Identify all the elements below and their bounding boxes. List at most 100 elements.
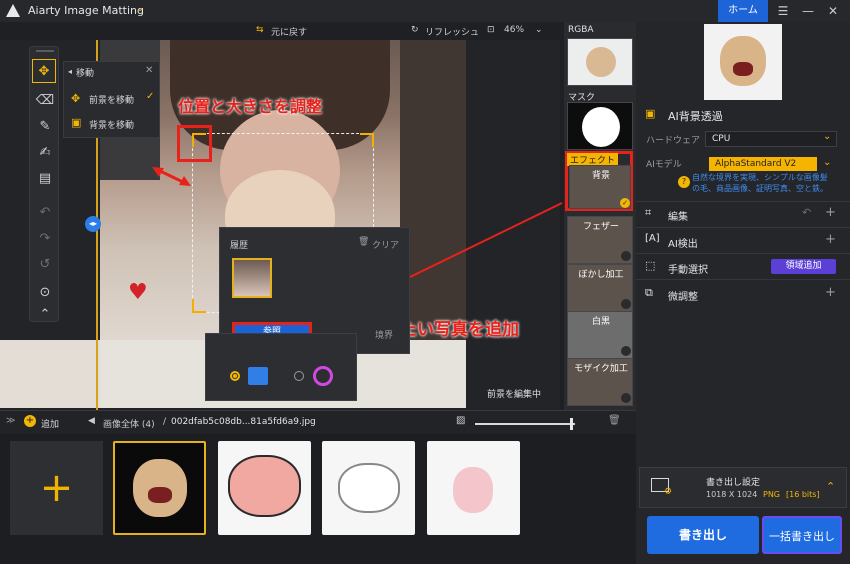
zoom-chevron-icon[interactable]: ⌄: [535, 25, 543, 35]
hardware-value: CPU: [712, 134, 731, 144]
slider-handle[interactable]: [570, 418, 573, 430]
popup-arrow-icon: ◂: [68, 67, 73, 76]
export-format: PNG: [763, 490, 781, 499]
ai-model-label: AIモデル: [646, 160, 682, 170]
breadcrumb-file: 002dfab5c08db...81a5fd6a9.jpg: [171, 417, 316, 427]
file-card-selected[interactable]: [113, 441, 206, 535]
ai-detect-section[interactable]: AI検出: [668, 235, 850, 250]
radio-color[interactable]: [294, 371, 304, 381]
file-bar: [0, 410, 636, 434]
rgba-thumbnail[interactable]: [567, 38, 633, 86]
plus-icon[interactable]: +: [825, 205, 836, 220]
add-region-button[interactable]: 領域追加: [771, 259, 836, 274]
breadcrumb-all[interactable]: 画像全体 (4): [103, 417, 155, 430]
paint-icon[interactable]: ✍: [30, 141, 60, 165]
divider: [636, 227, 850, 228]
thumbnail-size-slider[interactable]: [475, 423, 575, 425]
move-popup: ◂ 移動 ✕ ✥ 前景を移動 ✓ ▣ 背景を移動: [63, 61, 160, 138]
export-settings-title: 書き出し設定: [706, 478, 761, 488]
close-icon[interactable]: ✕: [145, 65, 153, 76]
add-icon[interactable]: +: [24, 415, 36, 427]
cat-mouth: [733, 62, 753, 76]
mask-thumbnail[interactable]: [567, 102, 633, 150]
move-icon[interactable]: ✥: [32, 59, 56, 83]
fine-tune-icon: ⧉: [645, 286, 653, 299]
add-image-card[interactable]: +: [10, 441, 103, 535]
undo-tool-icon[interactable]: ↶: [30, 201, 60, 225]
history-title: 履歴: [230, 241, 249, 251]
zoom-icon[interactable]: ⊡: [487, 25, 495, 35]
fit-icon[interactable]: ⊙: [30, 281, 60, 305]
refresh-button[interactable]: リフレッシュ: [425, 25, 479, 38]
refresh-icon[interactable]: ↻: [411, 25, 419, 35]
move-fg-option[interactable]: 前景を移動: [89, 93, 134, 106]
effect-bw-label: 白黒: [591, 317, 610, 327]
color-picker-icon[interactable]: [313, 366, 333, 386]
redo-tool-icon[interactable]: ↷: [30, 227, 60, 251]
close-icon[interactable]: ✕: [822, 2, 844, 20]
selection-corner-bl[interactable]: [192, 299, 206, 313]
trash-icon[interactable]: 🗑: [608, 415, 621, 426]
file-card[interactable]: [427, 441, 520, 535]
export-settings-box[interactable]: ⚙ 書き出し設定 1018 X 1024 PNG [16 bits] ⌃: [639, 467, 847, 508]
effect-feather-thumbnail[interactable]: フェザー: [567, 216, 633, 264]
file-card[interactable]: [322, 441, 415, 535]
split-handle-icon[interactable]: ◂▸: [85, 216, 101, 232]
drag-handle[interactable]: [36, 50, 54, 52]
file-card[interactable]: [218, 441, 311, 535]
heart-icon: ♥: [128, 280, 148, 305]
image-icon[interactable]: [248, 367, 268, 385]
chevron-down-icon[interactable]: ⌄: [823, 157, 831, 168]
back-icon[interactable]: ◀: [88, 416, 95, 426]
divider: [636, 279, 850, 280]
hardware-label: ハードウェア: [646, 136, 701, 146]
selection-corner-tr[interactable]: [360, 133, 374, 147]
reset-icon[interactable]: ↺: [30, 253, 60, 277]
eraser-icon[interactable]: ⌫: [30, 89, 60, 113]
gear-icon: ⚙: [664, 487, 673, 497]
plus-icon[interactable]: +: [825, 232, 836, 247]
ai-bg-icon: ▣: [645, 107, 656, 120]
trash-icon[interactable]: 🗑: [358, 237, 369, 247]
collapse-icon[interactable]: ⌃: [30, 303, 60, 327]
roller-icon[interactable]: ▤: [30, 167, 60, 191]
radio-dot: [621, 299, 631, 309]
edit-icon: ⌗: [645, 206, 652, 219]
plus-icon[interactable]: +: [825, 285, 836, 300]
undo-button[interactable]: 元に戻す: [271, 25, 307, 38]
bunny-image: [453, 467, 493, 513]
help-icon[interactable]: ?: [678, 176, 690, 188]
effect-mosaic-thumbnail[interactable]: モザイク加工: [567, 358, 633, 406]
zoom-level[interactable]: 46%: [504, 25, 524, 35]
undo-icon[interactable]: ↶: [802, 206, 811, 219]
minimize-icon[interactable]: —: [797, 2, 819, 20]
chevron-down-icon[interactable]: ⌄: [136, 3, 144, 14]
ai-model-select[interactable]: AlphaStandard V2: [709, 157, 817, 171]
move-fg-icon: ✥: [71, 92, 81, 105]
effect-bg-thumbnail[interactable]: 背景 ✓: [569, 165, 631, 209]
move-bg-option[interactable]: 背景を移動: [89, 118, 134, 131]
fine-tune-section[interactable]: 微調整: [668, 288, 850, 303]
menu-icon[interactable]: ☰: [772, 2, 794, 20]
move-bg-icon: ▣: [71, 116, 82, 129]
image-size-icon: ▨: [456, 415, 466, 426]
history-thumbnail[interactable]: [232, 258, 272, 298]
export-button[interactable]: 書き出し: [647, 516, 759, 554]
chevron-down-icon[interactable]: ⌄: [823, 131, 831, 142]
chevron-up-icon[interactable]: ⌃: [826, 480, 835, 493]
app-logo-icon: [6, 4, 20, 17]
home-button[interactable]: ホーム: [718, 0, 768, 22]
undo-icon[interactable]: ⇆: [256, 25, 264, 35]
effect-blur-thumbnail[interactable]: ぼかし加工: [567, 264, 633, 312]
add-files-button[interactable]: 追加: [41, 417, 59, 430]
edit-section[interactable]: 編集: [668, 208, 850, 223]
effect-bw-thumbnail[interactable]: 白黒: [567, 311, 633, 359]
brush-icon[interactable]: ✎: [30, 115, 60, 139]
radio-dot: [621, 346, 631, 356]
batch-export-button[interactable]: 一括書き出し: [762, 516, 842, 554]
history-clear[interactable]: クリア: [372, 238, 399, 251]
rgba-label: RGBA: [568, 25, 594, 35]
collapse-icon[interactable]: ≫: [6, 416, 15, 426]
photo-bottom-left: [0, 340, 100, 408]
hardware-select[interactable]: CPU: [705, 131, 837, 147]
